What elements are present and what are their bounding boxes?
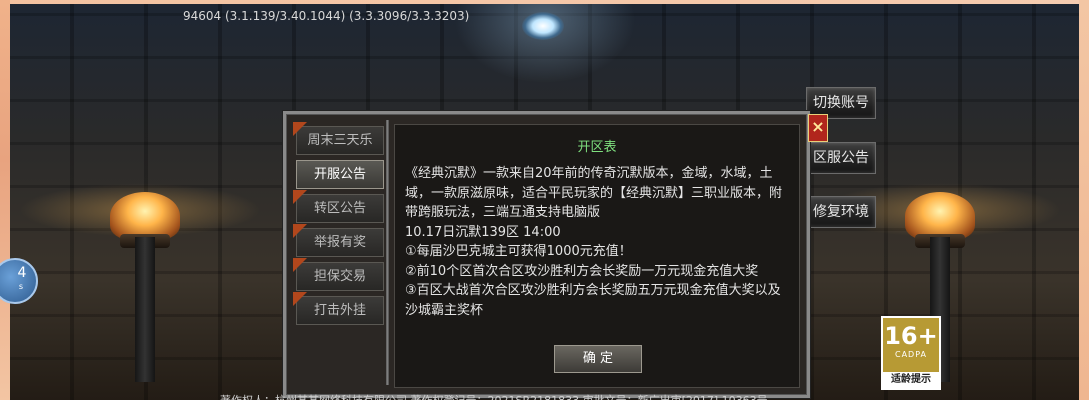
age-rating-number: 16+ xyxy=(884,322,938,350)
torch-flame xyxy=(905,192,975,240)
age-rating-tip: 适龄提示 xyxy=(883,372,939,388)
tab-report-reward[interactable]: 举报有奖 xyxy=(293,224,384,257)
notice-line: 《经典沉默》一款来自20年前的传奇沉默版本，金域，水域，土域，一款原滋原味，适合… xyxy=(405,166,783,220)
ceiling-lamp xyxy=(522,12,564,40)
repair-environment-button[interactable]: 修复环境 xyxy=(806,196,876,228)
age-rating-org: CADPA xyxy=(894,350,927,359)
hot-badge-icon xyxy=(293,224,307,238)
tab-label: 打击外挂 xyxy=(313,303,366,318)
torch-stand xyxy=(135,237,155,382)
tab-weekend-event[interactable]: 周末三天乐 xyxy=(293,122,384,155)
hot-badge-icon xyxy=(293,122,307,136)
zone-notice-button[interactable]: 区服公告 xyxy=(806,142,876,174)
notice-line: 10.17日沉默139区 14:00 xyxy=(405,224,561,240)
tab-label: 周末三天乐 xyxy=(307,133,373,148)
left-torch xyxy=(110,192,180,382)
close-icon[interactable]: × xyxy=(808,114,828,142)
notice-body: 《经典沉默》一款来自20年前的传奇沉默版本，金域，水域，土域，一款原滋原味，适合… xyxy=(405,164,787,320)
age-rating-badge: 16+ CADPA 适龄提示 xyxy=(881,316,941,390)
tab-label: 举报有奖 xyxy=(313,235,366,250)
notice-line: ③百区大战首次合区攻沙胜利方会长奖励五万元现金充值大奖以及沙城霸主奖杯 xyxy=(405,283,781,318)
notice-line: ②前10个区首次合区攻沙胜利方会长奖励一万元现金充值大奖 xyxy=(405,263,759,279)
tab-label: 担保交易 xyxy=(313,269,366,284)
notice-tab-list: 周末三天乐 开服公告 转区公告 举报有奖 担保交易 打击外挂 xyxy=(292,122,384,385)
right-border xyxy=(1079,0,1089,400)
notice-title: 开区表 xyxy=(577,140,617,155)
copyright-footer: 著作权人：杭州某某网络科技有限公司 著作权登记号：2021SR2181833 审… xyxy=(220,392,920,400)
notice-line: ①每届沙巴克城主可获得1000元充值！ xyxy=(405,244,632,259)
hot-badge-icon xyxy=(293,258,307,272)
assist-number: 4 xyxy=(17,265,27,281)
left-border xyxy=(0,0,10,400)
assist-suffix: s xyxy=(18,282,24,291)
tab-anti-cheat[interactable]: 打击外挂 xyxy=(293,292,384,325)
hot-badge-icon xyxy=(293,190,307,204)
tab-label: 转区公告 xyxy=(313,201,366,216)
panel-divider xyxy=(386,120,389,385)
server-notice-dialog: 周末三天乐 开服公告 转区公告 举报有奖 担保交易 打击外挂 开区表 《经典沉默… xyxy=(283,111,810,398)
tab-secured-trade[interactable]: 担保交易 xyxy=(293,258,384,291)
top-border xyxy=(0,0,1089,4)
tab-server-open-notice[interactable]: 开服公告 xyxy=(296,160,384,189)
confirm-button[interactable]: 确 定 xyxy=(554,345,642,373)
tab-transfer-notice[interactable]: 转区公告 xyxy=(293,190,384,223)
version-info: 94604 (3.1.139/3.40.1044) (3.3.3096/3.3.… xyxy=(183,9,470,23)
torch-flame xyxy=(110,192,180,240)
tab-label: 开服公告 xyxy=(313,167,366,182)
notice-content-panel: 开区表 《经典沉默》一款来自20年前的传奇沉默版本，金域，水域，土域，一款原滋原… xyxy=(394,124,800,388)
hot-badge-icon xyxy=(293,292,307,306)
